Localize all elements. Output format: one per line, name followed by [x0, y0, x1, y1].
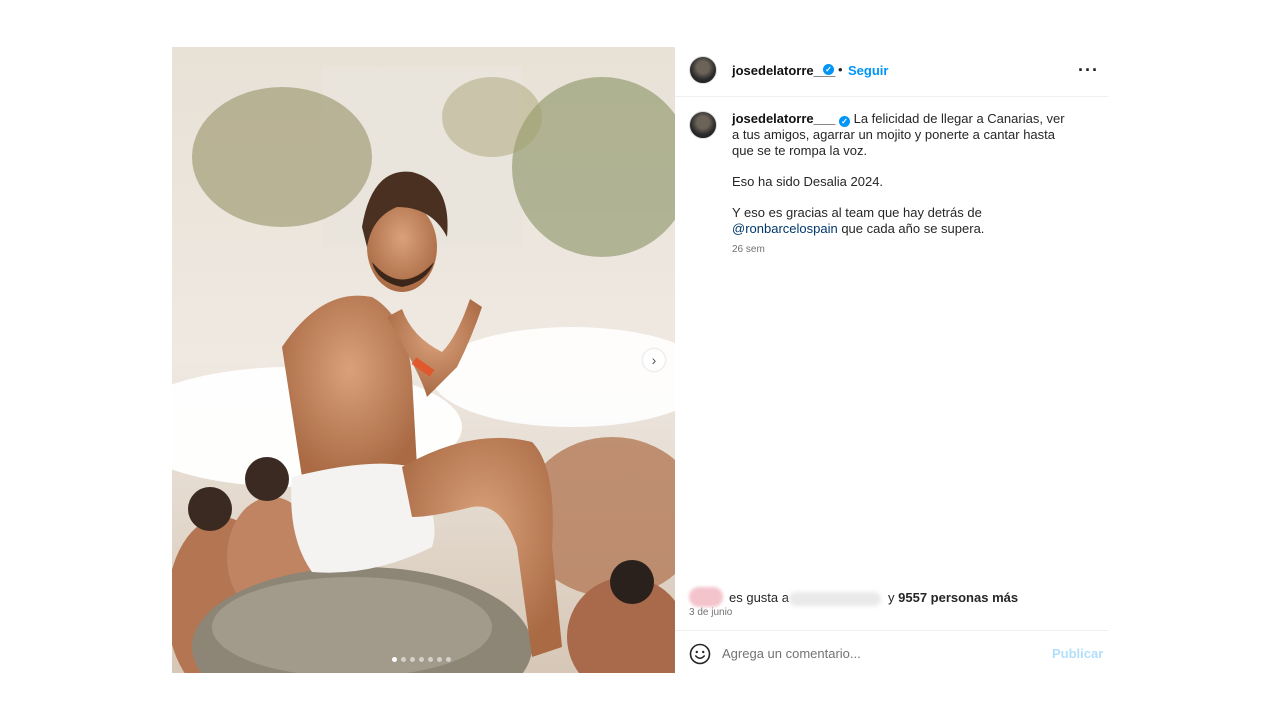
follow-button[interactable]: Seguir [848, 63, 888, 78]
likes-prefix: es gusta a [729, 590, 789, 605]
post-date[interactable]: 3 de junio [689, 607, 732, 618]
carousel-next-button[interactable]: › [643, 349, 665, 371]
caption-paragraph: Eso ha sido Desalia 2024. [732, 174, 884, 189]
caption-username[interactable]: josedelatorre___ [732, 111, 835, 126]
blurred-liker-name [789, 592, 881, 606]
carousel-dot [392, 657, 397, 662]
header-username[interactable]: josedelatorre___ [732, 63, 835, 78]
carousel-dot [401, 657, 406, 662]
carousel-dot [419, 657, 424, 662]
caption: josedelatorre___ ✓ La felicidad de llega… [732, 111, 1072, 237]
caption-avatar[interactable] [689, 111, 717, 139]
more-options-icon[interactable]: ··· [1078, 60, 1099, 81]
carousel-dot [437, 657, 442, 662]
separator-dot: • [838, 62, 843, 77]
emoji-smile-icon[interactable] [689, 643, 711, 670]
post-image[interactable]: › [172, 47, 675, 673]
caption-timestamp[interactable]: 26 sem [732, 244, 765, 255]
likes-summary[interactable]: es gusta a y 9557 personas más [689, 587, 1089, 611]
likes-count[interactable]: y 9557 personas más [888, 590, 1018, 605]
chevron-right-icon: › [651, 352, 657, 368]
mention-link[interactable]: @ronbarcelospain [732, 221, 838, 236]
publish-button[interactable]: Publicar [1052, 646, 1103, 661]
comment-input[interactable] [722, 643, 1022, 663]
caption-text: Y eso es gracias al team que hay detrás … [732, 205, 982, 220]
post-side-panel: josedelatorre___ ✓ • Seguir ··· josedela… [675, 47, 1108, 673]
carousel-dot [446, 657, 451, 662]
comment-composer: Publicar [675, 630, 1108, 674]
post-header: josedelatorre___ ✓ • Seguir ··· [675, 47, 1108, 97]
carousel-dot [428, 657, 433, 662]
post-photo [172, 47, 675, 673]
avatar[interactable] [689, 56, 717, 84]
liker-avatar [689, 587, 723, 607]
verified-badge-icon: ✓ [838, 116, 850, 127]
caption-text: que cada año se supera. [837, 221, 985, 236]
carousel-dot [410, 657, 415, 662]
verified-badge-icon: ✓ [823, 64, 834, 75]
carousel-indicator [392, 657, 451, 662]
